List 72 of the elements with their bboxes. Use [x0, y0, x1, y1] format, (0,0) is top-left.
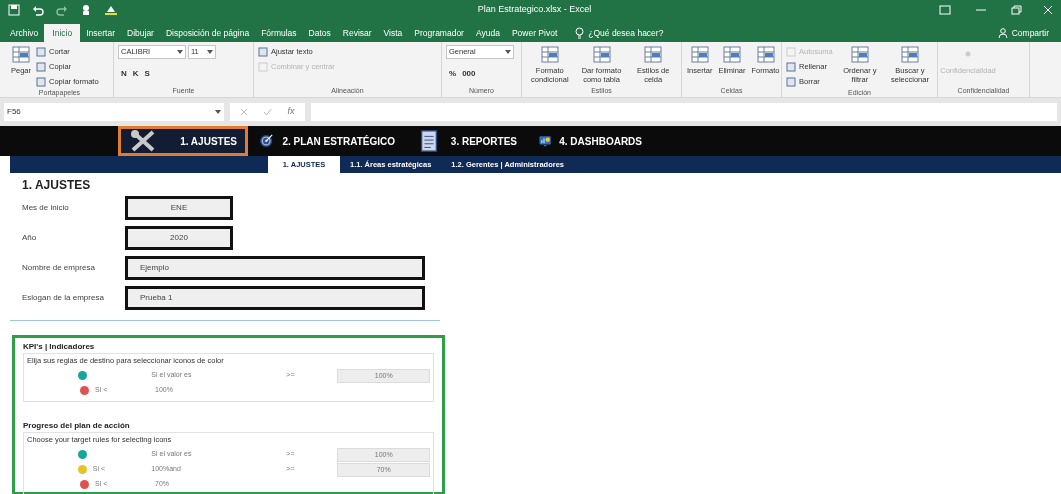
format-button[interactable]: S — [144, 68, 150, 80]
insert-function-button[interactable]: fx — [287, 105, 295, 119]
name-box[interactable]: F56 — [4, 103, 224, 121]
caret-icon — [207, 50, 213, 54]
field-label: Mes de inicio — [22, 202, 70, 214]
restore-icon — [1011, 5, 1023, 15]
save-icon — [8, 4, 20, 16]
tool-icon — [786, 76, 796, 87]
fill-color-icon — [104, 4, 118, 16]
format-button[interactable]: % — [449, 68, 457, 80]
table-icon — [539, 45, 560, 64]
ribbon-tab[interactable]: Inicio — [44, 24, 81, 42]
share-button[interactable]: Compartir — [997, 24, 1057, 42]
table-icon — [755, 45, 776, 64]
caret-icon — [215, 110, 221, 114]
ribbon-tab[interactable]: Insertar — [80, 24, 121, 42]
table-icon — [643, 45, 664, 64]
tool-icon — [786, 61, 796, 72]
tool-icon — [258, 61, 268, 72]
section-heading: Progreso del plan de acción — [23, 420, 131, 432]
format-button[interactable]: N — [121, 68, 127, 80]
input-field[interactable]: 2020 — [125, 226, 233, 250]
section-heading: KPI's | Indicadores — [23, 341, 96, 353]
nav-tab[interactable]: 4. DASHBOARDS — [528, 126, 653, 156]
format-button[interactable]: 000 — [462, 68, 476, 80]
field-label: Año — [22, 232, 38, 244]
ribbon-tab[interactable]: Ayuda — [469, 24, 506, 42]
redo-icon — [56, 4, 68, 16]
ribbon-tab[interactable]: Dibujar — [121, 24, 160, 42]
ribbon-tab[interactable]: Vista — [377, 24, 409, 42]
input-field[interactable]: ENE — [125, 196, 233, 220]
tool-icon — [36, 61, 46, 72]
tool-icon — [786, 46, 796, 57]
undo-icon — [32, 4, 44, 16]
display-icon — [939, 5, 951, 15]
table-icon — [849, 45, 870, 64]
input-field[interactable]: Ejemplo — [125, 256, 425, 280]
table-icon — [899, 45, 920, 64]
ribbon-tab[interactable]: Fórmulas — [255, 24, 303, 42]
table-icon — [689, 45, 710, 64]
ribbon-tab[interactable]: Revisar — [336, 24, 378, 42]
table-icon — [722, 45, 742, 64]
check-icon — [263, 108, 273, 116]
input-field[interactable]: Prueba 1 — [125, 286, 425, 310]
ribbon-tab[interactable]: Datos — [302, 24, 337, 42]
tool-icon — [36, 46, 46, 57]
ribbon-tab[interactable]: Disposición de página — [159, 24, 256, 42]
ribbon-tab[interactable]: Programador — [408, 24, 470, 42]
tool-icon — [36, 76, 46, 87]
format-button[interactable]: K — [132, 68, 139, 80]
cancel-icon — [240, 108, 249, 116]
formula-field[interactable] — [311, 103, 1057, 121]
nav-tab[interactable]: 1. AJUSTES — [118, 126, 248, 156]
table-icon — [591, 45, 612, 64]
ribbon-tab[interactable]: Archivo — [4, 24, 45, 42]
tell-me-field[interactable]: ¿Qué desea hacer? — [588, 26, 699, 40]
table-icon — [11, 45, 31, 64]
section-title: 1. AJUSTES — [22, 177, 92, 193]
caret-icon — [505, 50, 511, 54]
nav-tab[interactable]: 2. PLAN ESTRATÉGICO — [248, 126, 406, 156]
field-label: Nombre de empresa — [22, 262, 96, 274]
window-title: Plan Estrategico.xlsx - Excel — [476, 3, 593, 17]
tools-icon — [129, 128, 157, 154]
person-icon — [997, 28, 1008, 38]
lightbulb-icon — [575, 27, 585, 39]
close-icon — [1043, 5, 1053, 15]
nav-tab[interactable]: 3. REPORTES — [406, 126, 528, 156]
field-label: Eslogan de la empresa — [22, 292, 105, 304]
ribbon-tab[interactable]: Power Pivot — [505, 24, 564, 42]
tool-icon — [258, 46, 268, 57]
dot-icon — [965, 51, 971, 57]
caret-icon — [177, 50, 183, 54]
